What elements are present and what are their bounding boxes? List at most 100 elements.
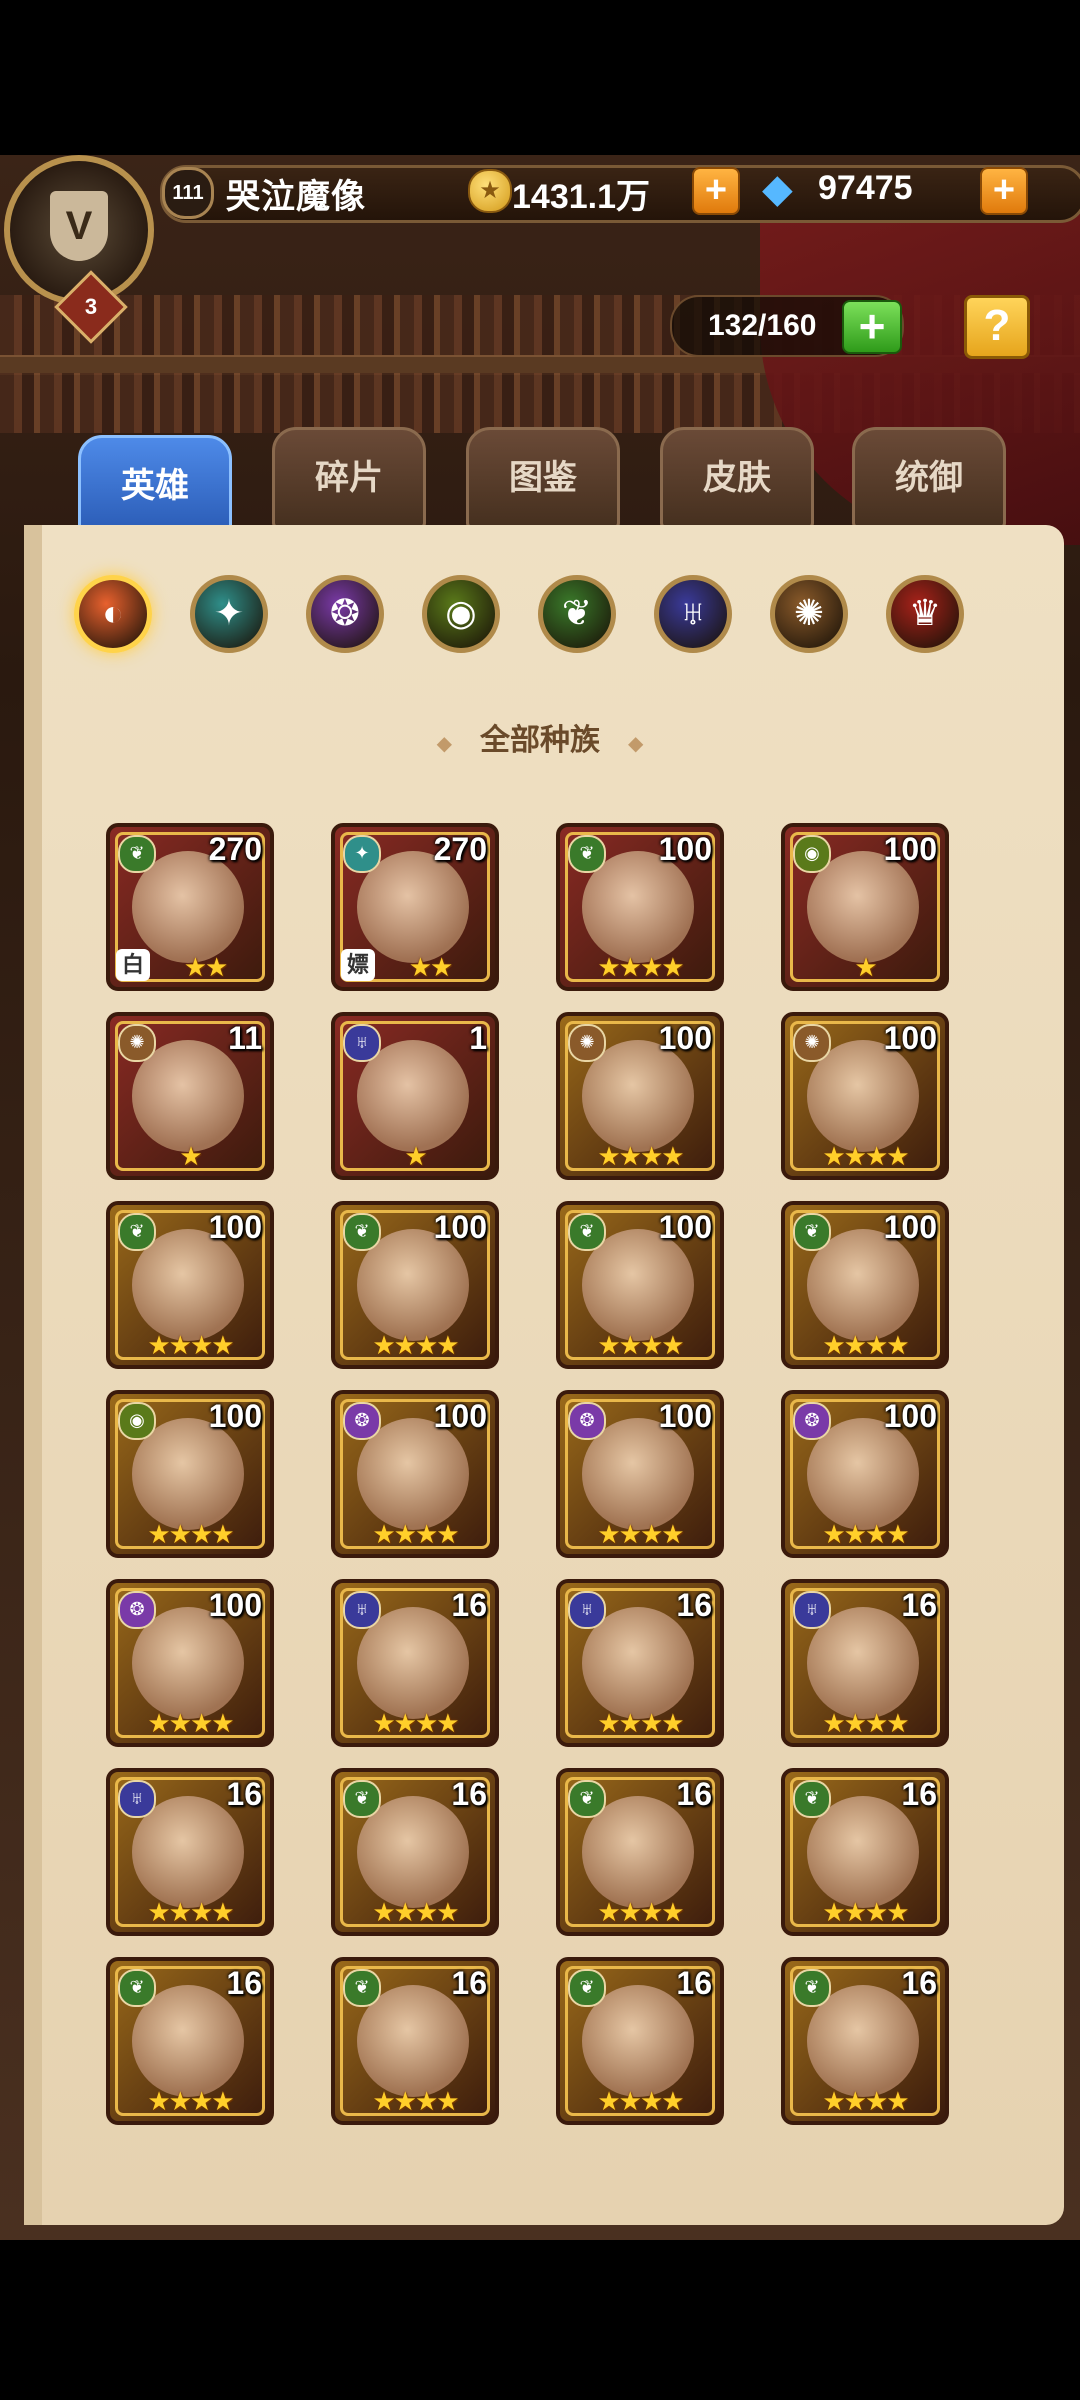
race-purple-icon: ❂ <box>118 1591 156 1629</box>
hero-card[interactable]: ♅ 16 ★★★★ <box>331 1579 499 1747</box>
hero-stars: ★★★★ <box>597 1141 684 1171</box>
race-leaf-icon: ❦ <box>343 1969 381 2007</box>
tab-skins[interactable]: 皮肤 <box>660 427 814 529</box>
hero-card[interactable]: ♅ 16 ★★★★ <box>106 1768 274 1936</box>
hero-level: 16 <box>451 1587 487 1623</box>
hero-card[interactable]: ◉ 100 ★★★★ <box>106 1390 274 1558</box>
race-filter-purple-icon[interactable]: ❂ <box>306 575 384 653</box>
hero-level: 100 <box>883 831 937 867</box>
hero-level: 100 <box>208 1587 262 1623</box>
hero-stars: ★★★★ <box>372 1330 459 1360</box>
hero-grade-badge: 嫖 <box>341 949 375 981</box>
hero-level: 100 <box>658 831 712 867</box>
race-leaf-icon: ❦ <box>118 1969 156 2007</box>
hero-level: 100 <box>883 1398 937 1434</box>
race-leaf-icon: ❦ <box>793 1969 831 2007</box>
hero-stars: ★★★★ <box>597 952 684 982</box>
race-leaf-icon: ❦ <box>343 1780 381 1818</box>
hero-stars: ★ <box>179 1141 202 1171</box>
race-leaf-icon: ❦ <box>568 1780 606 1818</box>
hero-card[interactable]: ❦ 16 ★★★★ <box>331 1957 499 2125</box>
race-bat-icon: ♅ <box>568 1591 606 1629</box>
hero-card[interactable]: ❦ 100 ★★★★ <box>556 823 724 991</box>
race-leaf-icon: ❦ <box>568 1969 606 2007</box>
tab-command[interactable]: 统御 <box>852 427 1006 529</box>
hero-level: 100 <box>658 1398 712 1434</box>
race-aqua-icon: ✦ <box>343 835 381 873</box>
hero-level: 16 <box>451 1776 487 1812</box>
hero-stars: ★★★★ <box>147 2086 234 2116</box>
hero-level: 100 <box>883 1020 937 1056</box>
expand-capacity-button[interactable]: + <box>842 300 902 354</box>
diamond-icon: ◆ <box>762 167 793 211</box>
hero-card[interactable]: ♅ 16 ★★★★ <box>781 1579 949 1747</box>
page-edge <box>24 525 42 2225</box>
hero-stars: ★★★★ <box>147 1897 234 1927</box>
hero-card[interactable]: ❂ 100 ★★★★ <box>781 1390 949 1558</box>
help-button[interactable]: ? <box>964 295 1030 359</box>
hero-card[interactable]: ♅ 1 ★ <box>331 1012 499 1180</box>
hero-card[interactable]: ❦ 16 ★★★★ <box>781 1768 949 1936</box>
hero-card[interactable]: ❦ 16 ★★★★ <box>556 1768 724 1936</box>
hero-level: 270 <box>433 831 487 867</box>
race-eye-icon: ◉ <box>793 835 831 873</box>
hero-stars: ★★★★ <box>822 1330 909 1360</box>
race-light-icon: ✺ <box>118 1024 156 1062</box>
hero-card[interactable]: ❂ 100 ★★★★ <box>556 1390 724 1558</box>
add-gems-button[interactable]: + <box>980 167 1028 215</box>
race-filter-red-icon[interactable]: ♛ <box>886 575 964 653</box>
hero-card[interactable]: ❦ 16 ★★★★ <box>106 1957 274 2125</box>
hero-card[interactable]: ❂ 100 ★★★★ <box>331 1390 499 1558</box>
hero-stars: ★ <box>854 952 877 982</box>
add-gold-button[interactable]: + <box>692 167 740 215</box>
hero-level: 100 <box>208 1398 262 1434</box>
hero-card[interactable]: ✦ 270 ★★ 嫖 <box>331 823 499 991</box>
hero-stars: ★★★★ <box>822 1141 909 1171</box>
section-heading-text: 全部种族 <box>480 724 600 757</box>
tab-codex[interactable]: 图鉴 <box>466 427 620 529</box>
race-eye-icon: ◉ <box>118 1402 156 1440</box>
hero-card[interactable]: ✺ 100 ★★★★ <box>781 1012 949 1180</box>
tab-heroes[interactable]: 英雄 <box>78 435 232 537</box>
race-leaf-icon: ❦ <box>118 1213 156 1251</box>
hero-card[interactable]: ❦ 270 ★★ 白 <box>106 823 274 991</box>
hero-level: 16 <box>226 1965 262 2001</box>
hero-card[interactable]: ❦ 100 ★★★★ <box>556 1201 724 1369</box>
hero-card[interactable]: ✺ 11 ★ <box>106 1012 274 1180</box>
race-filter-all-icon[interactable]: ◐ <box>74 575 152 653</box>
hero-grade-badge: 白 <box>116 949 150 981</box>
hero-card[interactable]: ❂ 100 ★★★★ <box>106 1579 274 1747</box>
race-filter-leaf-icon[interactable]: ❦ <box>538 575 616 653</box>
hero-card[interactable]: ❦ 16 ★★★★ <box>331 1768 499 1936</box>
hero-stars: ★★★★ <box>597 2086 684 2116</box>
hero-card[interactable]: ❦ 100 ★★★★ <box>781 1201 949 1369</box>
player-level: 111 <box>162 167 214 219</box>
hero-card[interactable]: ❦ 100 ★★★★ <box>331 1201 499 1369</box>
hero-card[interactable]: ❦ 100 ★★★★ <box>106 1201 274 1369</box>
hero-stars: ★★★★ <box>372 1519 459 1549</box>
race-bat-icon: ♅ <box>343 1591 381 1629</box>
hero-level: 16 <box>901 1965 937 2001</box>
hero-level: 16 <box>226 1776 262 1812</box>
hero-level: 100 <box>658 1020 712 1056</box>
hero-grid: ❦ 270 ★★ 白 ✦ 270 ★★ 嫖 ❦ 100 ★★★★ ◉ 100 ★ ✺ 11 ★ ♅ 1 ★ ✺ 100 ★★… <box>106 823 956 2223</box>
hero-level: 100 <box>883 1209 937 1245</box>
hero-capacity-text: 132/160 <box>708 309 817 342</box>
tab-fragments[interactable]: 碎片 <box>272 427 426 529</box>
race-filter-green-eye-icon[interactable]: ◉ <box>422 575 500 653</box>
hero-card[interactable]: ♅ 16 ★★★★ <box>556 1579 724 1747</box>
race-bat-icon: ♅ <box>118 1780 156 1818</box>
race-filter-bat-icon[interactable]: ♅ <box>654 575 732 653</box>
hero-card[interactable]: ❦ 16 ★★★★ <box>556 1957 724 2125</box>
player-avatar[interactable]: V 3 <box>4 155 154 344</box>
gold-coin-icon: ★ <box>468 169 512 213</box>
hero-card[interactable]: ❦ 16 ★★★★ <box>781 1957 949 2125</box>
race-filter-light-icon[interactable]: ✺ <box>770 575 848 653</box>
hero-card[interactable]: ◉ 100 ★ <box>781 823 949 991</box>
hero-level: 16 <box>901 1776 937 1812</box>
race-leaf-icon: ❦ <box>343 1213 381 1251</box>
hero-card[interactable]: ✺ 100 ★★★★ <box>556 1012 724 1180</box>
gold-amount: 1431.1万 <box>512 178 650 216</box>
hero-level: 11 <box>228 1020 262 1056</box>
race-filter-aqua-icon[interactable]: ✦ <box>190 575 268 653</box>
